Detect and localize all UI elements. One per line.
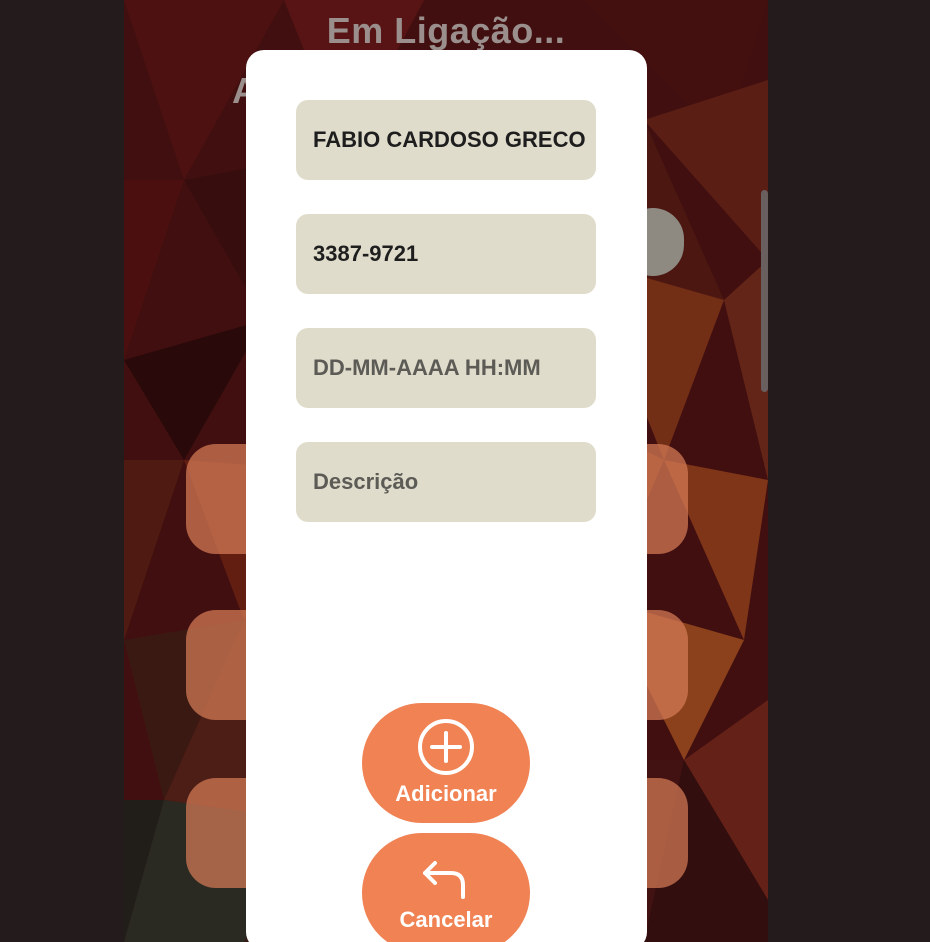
cancel-button-label: Cancelar — [399, 907, 493, 932]
cancel-button[interactable]: Cancelar — [362, 833, 530, 942]
call-status-title: Em Ligação... — [326, 10, 566, 51]
add-button[interactable]: Adicionar — [362, 703, 530, 823]
undo-arrow-icon — [423, 861, 465, 899]
name-field-value: FABIO CARDOSO GRECO — [313, 127, 586, 152]
description-field[interactable]: Descrição — [296, 442, 596, 522]
scrollbar-thumb[interactable] — [761, 190, 768, 392]
phone-field[interactable]: 3387-9721 — [296, 214, 596, 294]
add-contact-dialog: FABIO CARDOSO GRECO 3387-9721 DD-MM-AAAA… — [246, 50, 647, 942]
description-field-placeholder: Descrição — [313, 469, 419, 494]
datetime-field[interactable]: DD-MM-AAAA HH:MM — [296, 328, 596, 408]
add-button-label: Adicionar — [395, 781, 497, 806]
datetime-field-placeholder: DD-MM-AAAA HH:MM — [313, 355, 541, 380]
phone-field-value: 3387-9721 — [313, 241, 419, 266]
plus-circle-icon — [418, 719, 474, 775]
screen: Em Ligação... A FABIO CARDOSO GRECO 3387… — [0, 0, 930, 942]
name-field[interactable]: FABIO CARDOSO GRECO — [296, 100, 596, 180]
